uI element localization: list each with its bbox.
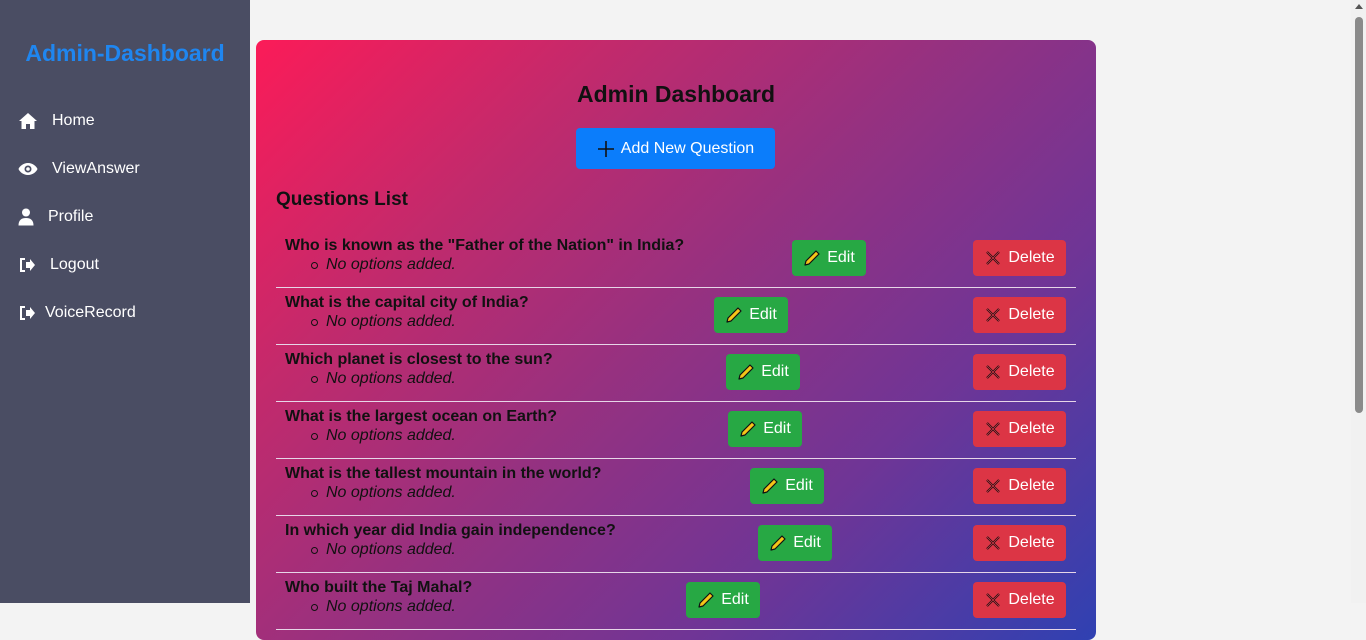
question-row: In which year did India gain independenc… — [276, 515, 1076, 573]
edit-button[interactable]: Edit — [714, 297, 788, 333]
edit-label: Edit — [827, 249, 855, 266]
question-row: Who built the Taj Mahal? No options adde… — [276, 572, 1076, 630]
page-title: Admin Dashboard — [576, 81, 776, 107]
question-row: What is the capital city of India? No op… — [276, 287, 1076, 345]
question-option: No options added. — [311, 256, 456, 273]
pencil-icon — [804, 250, 820, 266]
close-icon — [986, 593, 1001, 607]
page-scrollbar[interactable] — [1351, 0, 1366, 603]
delete-button[interactable]: Delete — [973, 297, 1066, 333]
sidebar-item-label: Logout — [50, 256, 99, 273]
question-row: Who is known as the "Father of the Natio… — [276, 230, 1076, 288]
scroll-up-arrow-icon[interactable] — [1355, 4, 1363, 9]
edit-button[interactable]: Edit — [750, 468, 824, 504]
sidebar-item-label: ViewAnswer — [52, 160, 140, 177]
eye-icon — [18, 159, 40, 179]
add-question-label: Add New Question — [620, 139, 755, 157]
delete-button[interactable]: Delete — [973, 468, 1066, 504]
edit-label: Edit — [721, 591, 749, 608]
delete-label: Delete — [1008, 249, 1055, 266]
delete-button[interactable]: Delete — [973, 240, 1066, 276]
sidebar-item-logout[interactable]: Logout — [18, 250, 99, 280]
edit-button[interactable]: Edit — [686, 582, 760, 618]
close-icon — [986, 365, 1001, 379]
logout-icon — [18, 255, 38, 275]
delete-label: Delete — [1008, 363, 1055, 380]
question-text: Who is known as the "Father of the Natio… — [285, 237, 685, 254]
edit-label: Edit — [761, 363, 789, 380]
logout-icon — [18, 303, 36, 323]
question-option: No options added. — [311, 541, 456, 558]
user-icon — [18, 207, 36, 227]
home-icon — [18, 111, 40, 131]
delete-button[interactable]: Delete — [973, 525, 1066, 561]
edit-label: Edit — [793, 534, 821, 551]
question-text: What is the largest ocean on Earth? — [285, 408, 558, 425]
question-text: Who built the Taj Mahal? — [285, 579, 473, 596]
sidebar-item-viewanswer[interactable]: ViewAnswer — [18, 154, 140, 184]
close-icon — [986, 251, 1001, 265]
question-text: What is the tallest mountain in the worl… — [285, 465, 602, 482]
question-text: In which year did India gain independenc… — [285, 522, 616, 539]
edit-button[interactable]: Edit — [792, 240, 866, 276]
edit-label: Edit — [785, 477, 813, 494]
question-option: No options added. — [311, 598, 456, 615]
brand-title: Admin-Dashboard — [25, 40, 225, 66]
question-option: No options added. — [311, 484, 456, 501]
add-question-button[interactable]: Add New Question — [576, 128, 775, 169]
delete-button[interactable]: Delete — [973, 354, 1066, 390]
pencil-icon — [738, 364, 754, 380]
question-option: No options added. — [311, 313, 456, 330]
close-icon — [986, 479, 1001, 493]
plus-icon — [597, 140, 614, 157]
pencil-icon — [698, 592, 714, 608]
pencil-icon — [770, 535, 786, 551]
question-row: Which planet is closest to the sun? No o… — [276, 344, 1076, 402]
sidebar-item-voicerecord[interactable]: VoiceRecord — [18, 298, 136, 328]
sidebar-item-profile[interactable]: Profile — [18, 202, 93, 232]
question-text: What is the capital city of India? — [285, 294, 529, 311]
edit-button[interactable]: Edit — [758, 525, 832, 561]
dashboard-card: Admin Dashboard Add New Question Questio… — [256, 40, 1096, 640]
delete-button[interactable]: Delete — [973, 582, 1066, 618]
sidebar-item-home[interactable]: Home — [18, 106, 95, 136]
sidebar: Admin-Dashboard Home ViewAnswer Profile … — [0, 0, 250, 603]
question-row: What is the largest ocean on Earth? No o… — [276, 401, 1076, 459]
questions-list-title: Questions List — [276, 189, 408, 210]
edit-button[interactable]: Edit — [726, 354, 800, 390]
delete-label: Delete — [1008, 591, 1055, 608]
sidebar-item-label: VoiceRecord — [45, 304, 136, 321]
delete-label: Delete — [1008, 420, 1055, 437]
edit-label: Edit — [749, 306, 777, 323]
close-icon — [986, 536, 1001, 550]
sidebar-item-label: Profile — [48, 208, 94, 225]
question-option: No options added. — [311, 370, 456, 387]
pencil-icon — [726, 307, 742, 323]
delete-label: Delete — [1008, 306, 1055, 323]
delete-label: Delete — [1008, 477, 1055, 494]
question-option: No options added. — [311, 427, 456, 444]
close-icon — [986, 308, 1001, 322]
pencil-icon — [762, 478, 778, 494]
close-icon — [986, 422, 1001, 436]
scrollbar-thumb[interactable] — [1355, 17, 1363, 413]
question-text: Which planet is closest to the sun? — [285, 351, 553, 368]
edit-button[interactable]: Edit — [728, 411, 802, 447]
question-row: What is the tallest mountain in the worl… — [276, 458, 1076, 516]
delete-button[interactable]: Delete — [973, 411, 1066, 447]
pencil-icon — [740, 421, 756, 437]
delete-label: Delete — [1008, 534, 1055, 551]
edit-label: Edit — [763, 420, 791, 437]
sidebar-item-label: Home — [52, 112, 95, 129]
